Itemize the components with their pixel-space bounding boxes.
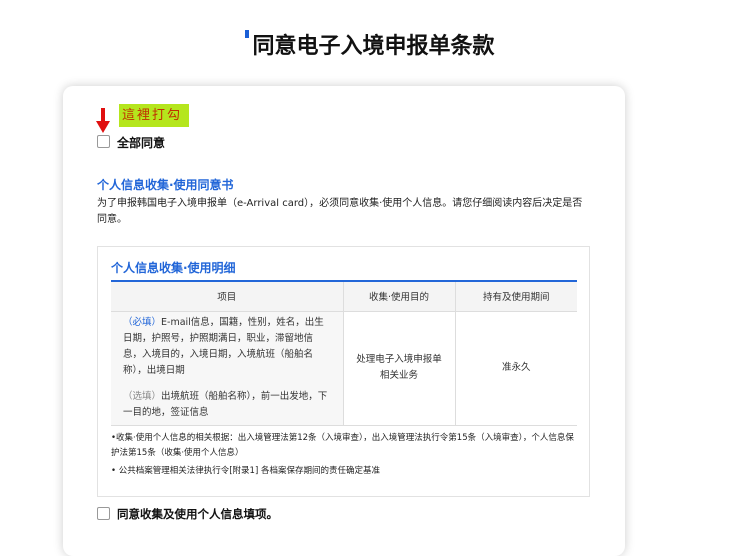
- header-purpose: 收集·使用目的: [342, 281, 455, 312]
- red-arrow-icon: [96, 108, 110, 133]
- title-accent-mark: [245, 30, 250, 38]
- purpose-cell: 处理电子入境申报单相关业务: [342, 311, 455, 426]
- footnote-legal-basis: •收集·使用个人信息的相关根据：出入境管理法第12条（入境审查），出入境管理法执…: [111, 433, 574, 458]
- period-cell: 准永久: [454, 311, 577, 426]
- optional-tag: （选填）: [123, 391, 162, 402]
- agree-personal-info-checkbox[interactable]: [97, 507, 110, 520]
- table-row: （必填）E-mail信息，国籍，性别，姓名，出生日期，护照号，护照期满日，职业，…: [111, 311, 577, 426]
- annotation-note: 這裡打勾: [119, 104, 189, 127]
- details-table: 项目 收集·使用目的 持有及使用期间 （必填）E-mail信息，国籍，性别，姓名…: [111, 280, 577, 426]
- page-title: 同意电子入境申报单条款: [0, 28, 740, 60]
- agree-all-checkbox[interactable]: [97, 135, 110, 148]
- footnote-retention: • 公共档案管理相关法律执行令[附录1] 各档案保存期间的责任确定基准: [111, 466, 380, 476]
- header-items: 项目: [111, 281, 343, 312]
- required-tag: （必填）: [123, 317, 162, 328]
- details-heading: 个人信息收集·使用明细: [111, 261, 236, 275]
- agree-all-label[interactable]: 全部同意: [117, 134, 165, 151]
- items-cell: （必填）E-mail信息，国籍，性别，姓名，出生日期，护照号，护照期满日，职业，…: [111, 311, 343, 426]
- agree-personal-info-label[interactable]: 同意收集及使用个人信息填项。: [117, 506, 278, 522]
- header-period: 持有及使用期间: [454, 281, 577, 312]
- page-title-text: 同意电子入境申报单条款: [252, 34, 495, 59]
- consent-description: 为了申报韩国电子入境申报单（e-Arrival card），必须同意收集·使用个…: [97, 198, 583, 225]
- table-header-row: 项目 收集·使用目的 持有及使用期间: [111, 281, 577, 312]
- consent-heading: 个人信息收集·使用同意书: [97, 178, 234, 192]
